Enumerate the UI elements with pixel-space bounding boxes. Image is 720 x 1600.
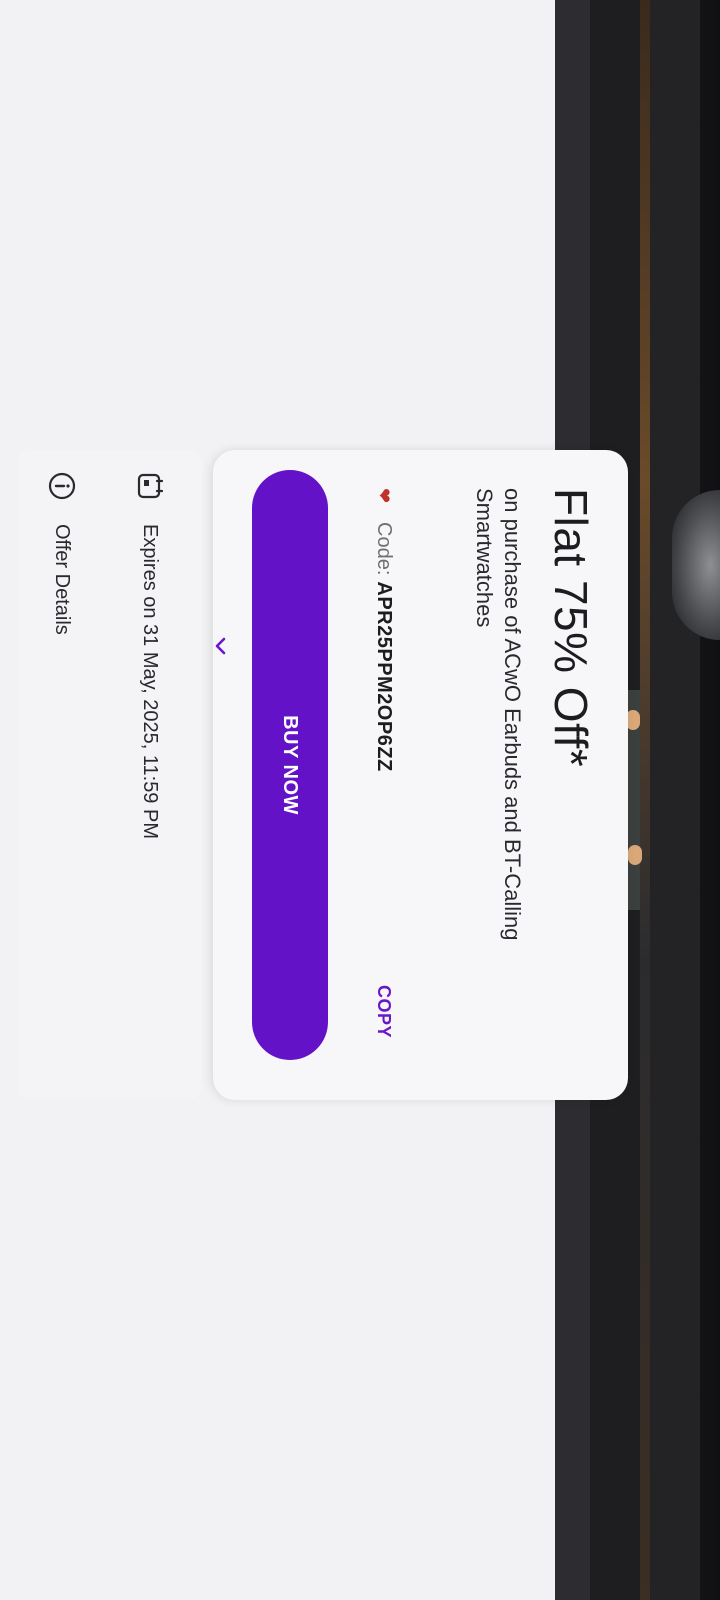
calendar-icon [134,470,166,502]
offer-details-label: Offer Details [51,524,74,635]
product-image-dot [628,845,642,865]
copy-code-button[interactable]: COPY [364,985,404,1038]
offer-info-panel: Expires on 31 May, 2025, 11:59 PM Offer … [17,450,226,1100]
product-image-band [650,0,700,1600]
heart-icon: ❤ [374,488,394,504]
chevron-right-icon[interactable] [202,632,234,664]
offer-title: Flat 75% Off* [545,488,597,768]
coupon-code-label: Code: [373,522,396,576]
expiry-text: Expires on 31 May, 2025, 11:59 PM [139,524,162,839]
offer-details-row[interactable]: Offer Details [42,470,82,1080]
rotated-content: Flat 75% Off* on purchase of ACwO Earbud… [0,0,720,1600]
product-image-dot [626,710,640,730]
buy-now-button[interactable]: BUY NOW [252,470,328,1060]
product-image-knob [672,490,720,640]
offer-subtitle: on purchase of ACwO Earbuds and BT-Calli… [472,488,525,941]
coupon-code-row: ❤ Code: APR25PPM2OP6ZZ COPY [364,488,404,1058]
app-screen: Flat 75% Off* on purchase of ACwO Earbud… [0,0,720,1600]
expiry-row: Expires on 31 May, 2025, 11:59 PM [130,470,170,1080]
product-image-band [640,0,650,1600]
offer-card: Flat 75% Off* on purchase of ACwO Earbud… [213,450,628,1100]
info-icon [46,470,78,502]
coupon-code-value: APR25PPM2OP6ZZ [373,581,396,772]
